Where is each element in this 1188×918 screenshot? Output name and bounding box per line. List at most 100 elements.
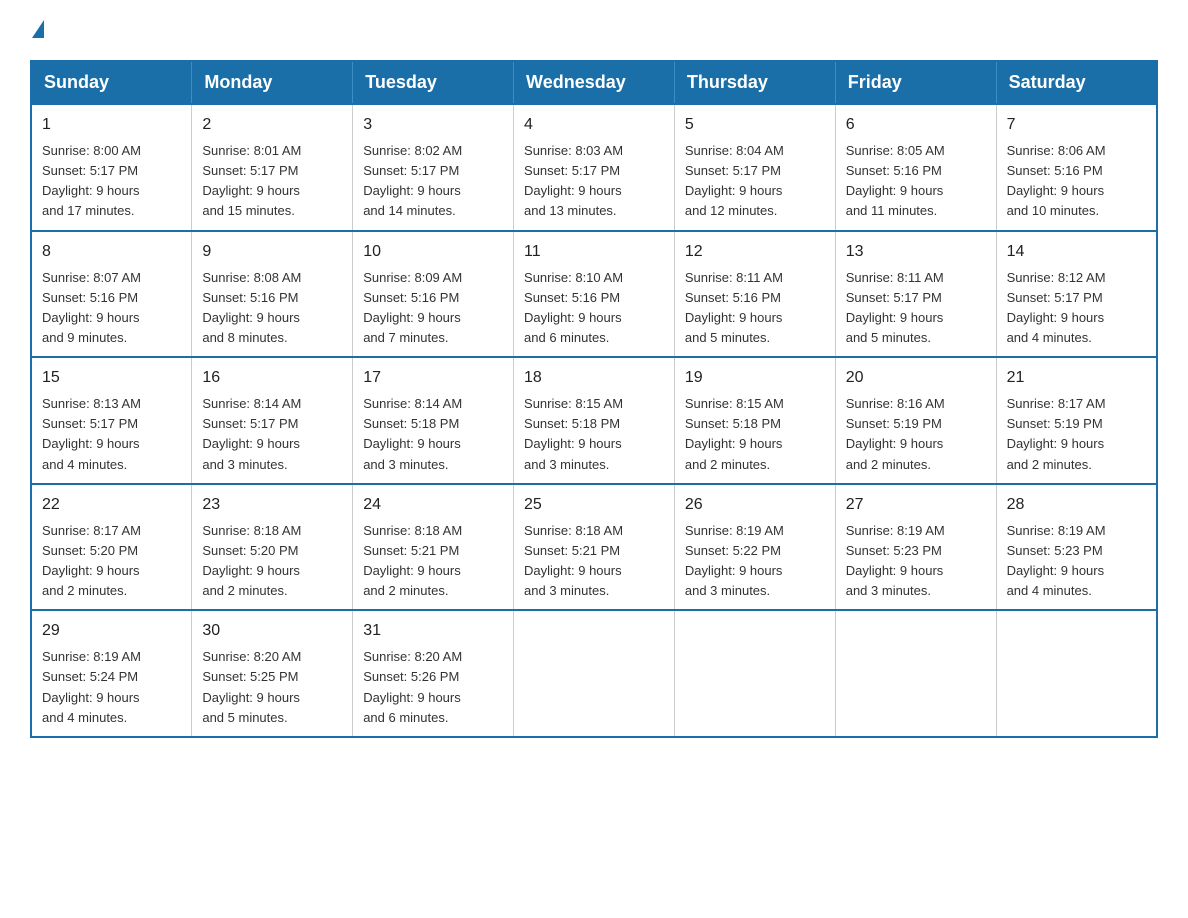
calendar-cell: 10 Sunrise: 8:09 AM Sunset: 5:16 PM Dayl… xyxy=(353,231,514,358)
day-info: Sunrise: 8:00 AM Sunset: 5:17 PM Dayligh… xyxy=(42,143,141,218)
calendar-cell: 22 Sunrise: 8:17 AM Sunset: 5:20 PM Dayl… xyxy=(31,484,192,611)
day-info: Sunrise: 8:18 AM Sunset: 5:21 PM Dayligh… xyxy=(524,523,623,598)
logo-triangle-icon xyxy=(32,20,44,38)
calendar-header-wednesday: Wednesday xyxy=(514,61,675,104)
calendar-cell: 4 Sunrise: 8:03 AM Sunset: 5:17 PM Dayli… xyxy=(514,104,675,231)
day-number: 31 xyxy=(363,619,503,643)
calendar-cell: 2 Sunrise: 8:01 AM Sunset: 5:17 PM Dayli… xyxy=(192,104,353,231)
day-info: Sunrise: 8:03 AM Sunset: 5:17 PM Dayligh… xyxy=(524,143,623,218)
day-info: Sunrise: 8:18 AM Sunset: 5:21 PM Dayligh… xyxy=(363,523,462,598)
logo-text xyxy=(30,20,46,40)
day-number: 25 xyxy=(524,493,664,517)
day-info: Sunrise: 8:11 AM Sunset: 5:17 PM Dayligh… xyxy=(846,270,944,345)
day-info: Sunrise: 8:01 AM Sunset: 5:17 PM Dayligh… xyxy=(202,143,301,218)
calendar-cell: 26 Sunrise: 8:19 AM Sunset: 5:22 PM Dayl… xyxy=(674,484,835,611)
day-info: Sunrise: 8:10 AM Sunset: 5:16 PM Dayligh… xyxy=(524,270,623,345)
calendar-table: SundayMondayTuesdayWednesdayThursdayFrid… xyxy=(30,60,1158,738)
day-info: Sunrise: 8:19 AM Sunset: 5:23 PM Dayligh… xyxy=(1007,523,1106,598)
calendar-cell: 9 Sunrise: 8:08 AM Sunset: 5:16 PM Dayli… xyxy=(192,231,353,358)
day-number: 12 xyxy=(685,240,825,264)
calendar-cell: 11 Sunrise: 8:10 AM Sunset: 5:16 PM Dayl… xyxy=(514,231,675,358)
calendar-week-row-1: 1 Sunrise: 8:00 AM Sunset: 5:17 PM Dayli… xyxy=(31,104,1157,231)
day-info: Sunrise: 8:09 AM Sunset: 5:16 PM Dayligh… xyxy=(363,270,462,345)
day-info: Sunrise: 8:17 AM Sunset: 5:20 PM Dayligh… xyxy=(42,523,141,598)
day-info: Sunrise: 8:19 AM Sunset: 5:24 PM Dayligh… xyxy=(42,649,141,724)
day-info: Sunrise: 8:11 AM Sunset: 5:16 PM Dayligh… xyxy=(685,270,783,345)
calendar-cell: 24 Sunrise: 8:18 AM Sunset: 5:21 PM Dayl… xyxy=(353,484,514,611)
day-number: 27 xyxy=(846,493,986,517)
page-header xyxy=(30,20,1158,40)
calendar-cell: 30 Sunrise: 8:20 AM Sunset: 5:25 PM Dayl… xyxy=(192,610,353,737)
day-info: Sunrise: 8:17 AM Sunset: 5:19 PM Dayligh… xyxy=(1007,396,1106,471)
day-info: Sunrise: 8:02 AM Sunset: 5:17 PM Dayligh… xyxy=(363,143,462,218)
calendar-header-tuesday: Tuesday xyxy=(353,61,514,104)
calendar-cell: 28 Sunrise: 8:19 AM Sunset: 5:23 PM Dayl… xyxy=(996,484,1157,611)
day-info: Sunrise: 8:18 AM Sunset: 5:20 PM Dayligh… xyxy=(202,523,301,598)
calendar-cell: 16 Sunrise: 8:14 AM Sunset: 5:17 PM Dayl… xyxy=(192,357,353,484)
day-number: 29 xyxy=(42,619,181,643)
day-number: 8 xyxy=(42,240,181,264)
day-info: Sunrise: 8:04 AM Sunset: 5:17 PM Dayligh… xyxy=(685,143,784,218)
day-info: Sunrise: 8:14 AM Sunset: 5:18 PM Dayligh… xyxy=(363,396,462,471)
calendar-cell: 25 Sunrise: 8:18 AM Sunset: 5:21 PM Dayl… xyxy=(514,484,675,611)
calendar-cell: 5 Sunrise: 8:04 AM Sunset: 5:17 PM Dayli… xyxy=(674,104,835,231)
day-number: 1 xyxy=(42,113,181,137)
calendar-cell: 7 Sunrise: 8:06 AM Sunset: 5:16 PM Dayli… xyxy=(996,104,1157,231)
day-info: Sunrise: 8:06 AM Sunset: 5:16 PM Dayligh… xyxy=(1007,143,1106,218)
day-number: 2 xyxy=(202,113,342,137)
day-number: 22 xyxy=(42,493,181,517)
calendar-cell xyxy=(996,610,1157,737)
calendar-cell: 3 Sunrise: 8:02 AM Sunset: 5:17 PM Dayli… xyxy=(353,104,514,231)
day-number: 7 xyxy=(1007,113,1146,137)
calendar-week-row-5: 29 Sunrise: 8:19 AM Sunset: 5:24 PM Dayl… xyxy=(31,610,1157,737)
calendar-header-monday: Monday xyxy=(192,61,353,104)
calendar-header-thursday: Thursday xyxy=(674,61,835,104)
day-number: 30 xyxy=(202,619,342,643)
day-info: Sunrise: 8:07 AM Sunset: 5:16 PM Dayligh… xyxy=(42,270,141,345)
calendar-cell: 1 Sunrise: 8:00 AM Sunset: 5:17 PM Dayli… xyxy=(31,104,192,231)
day-number: 16 xyxy=(202,366,342,390)
calendar-cell: 6 Sunrise: 8:05 AM Sunset: 5:16 PM Dayli… xyxy=(835,104,996,231)
calendar-header-friday: Friday xyxy=(835,61,996,104)
calendar-header-sunday: Sunday xyxy=(31,61,192,104)
calendar-cell: 29 Sunrise: 8:19 AM Sunset: 5:24 PM Dayl… xyxy=(31,610,192,737)
calendar-week-row-4: 22 Sunrise: 8:17 AM Sunset: 5:20 PM Dayl… xyxy=(31,484,1157,611)
calendar-cell xyxy=(514,610,675,737)
calendar-cell: 18 Sunrise: 8:15 AM Sunset: 5:18 PM Dayl… xyxy=(514,357,675,484)
calendar-cell: 23 Sunrise: 8:18 AM Sunset: 5:20 PM Dayl… xyxy=(192,484,353,611)
day-info: Sunrise: 8:20 AM Sunset: 5:26 PM Dayligh… xyxy=(363,649,462,724)
calendar-cell: 15 Sunrise: 8:13 AM Sunset: 5:17 PM Dayl… xyxy=(31,357,192,484)
day-number: 19 xyxy=(685,366,825,390)
calendar-header-row: SundayMondayTuesdayWednesdayThursdayFrid… xyxy=(31,61,1157,104)
calendar-cell: 13 Sunrise: 8:11 AM Sunset: 5:17 PM Dayl… xyxy=(835,231,996,358)
day-info: Sunrise: 8:15 AM Sunset: 5:18 PM Dayligh… xyxy=(685,396,784,471)
calendar-cell: 27 Sunrise: 8:19 AM Sunset: 5:23 PM Dayl… xyxy=(835,484,996,611)
day-number: 6 xyxy=(846,113,986,137)
day-number: 3 xyxy=(363,113,503,137)
day-number: 24 xyxy=(363,493,503,517)
day-number: 23 xyxy=(202,493,342,517)
calendar-cell: 8 Sunrise: 8:07 AM Sunset: 5:16 PM Dayli… xyxy=(31,231,192,358)
day-info: Sunrise: 8:19 AM Sunset: 5:22 PM Dayligh… xyxy=(685,523,784,598)
day-info: Sunrise: 8:14 AM Sunset: 5:17 PM Dayligh… xyxy=(202,396,301,471)
calendar-cell: 19 Sunrise: 8:15 AM Sunset: 5:18 PM Dayl… xyxy=(674,357,835,484)
calendar-cell: 14 Sunrise: 8:12 AM Sunset: 5:17 PM Dayl… xyxy=(996,231,1157,358)
day-number: 9 xyxy=(202,240,342,264)
day-number: 13 xyxy=(846,240,986,264)
calendar-week-row-2: 8 Sunrise: 8:07 AM Sunset: 5:16 PM Dayli… xyxy=(31,231,1157,358)
logo xyxy=(30,20,46,40)
calendar-cell xyxy=(674,610,835,737)
day-number: 5 xyxy=(685,113,825,137)
day-number: 20 xyxy=(846,366,986,390)
calendar-cell: 21 Sunrise: 8:17 AM Sunset: 5:19 PM Dayl… xyxy=(996,357,1157,484)
day-info: Sunrise: 8:12 AM Sunset: 5:17 PM Dayligh… xyxy=(1007,270,1106,345)
day-number: 10 xyxy=(363,240,503,264)
day-info: Sunrise: 8:19 AM Sunset: 5:23 PM Dayligh… xyxy=(846,523,945,598)
day-number: 18 xyxy=(524,366,664,390)
calendar-week-row-3: 15 Sunrise: 8:13 AM Sunset: 5:17 PM Dayl… xyxy=(31,357,1157,484)
day-info: Sunrise: 8:16 AM Sunset: 5:19 PM Dayligh… xyxy=(846,396,945,471)
day-info: Sunrise: 8:08 AM Sunset: 5:16 PM Dayligh… xyxy=(202,270,301,345)
calendar-cell xyxy=(835,610,996,737)
day-number: 21 xyxy=(1007,366,1146,390)
calendar-cell: 17 Sunrise: 8:14 AM Sunset: 5:18 PM Dayl… xyxy=(353,357,514,484)
